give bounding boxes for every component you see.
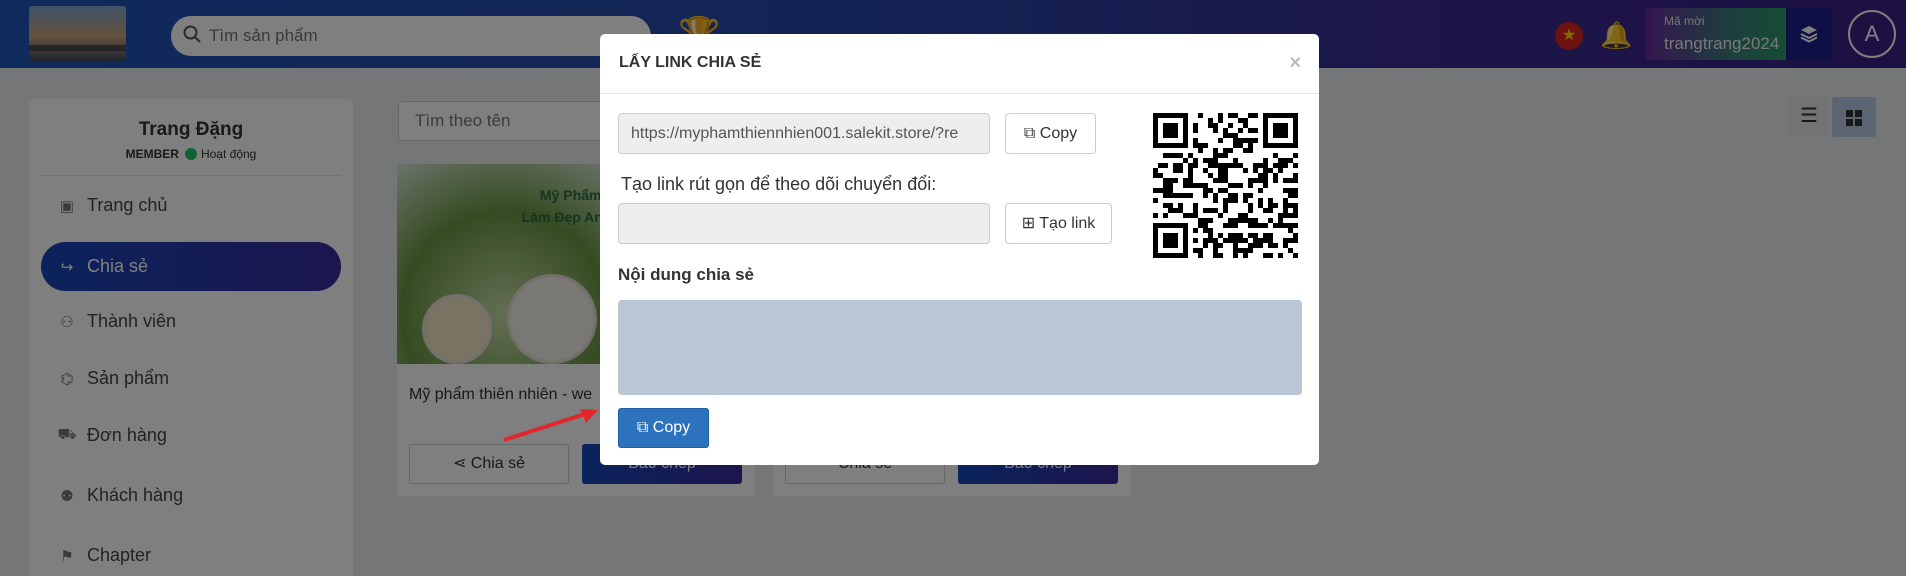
short-link-label: Tạo link rút gọn để theo dõi chuyển đổi: [621,174,937,194]
share-link-field[interactable]: https://myphamthiennhien001.salekit.stor… [618,113,990,154]
copy-link-button[interactable]: ⧉ Copy [1005,113,1096,154]
create-link-button[interactable]: ⊞ Tạo link [1005,203,1112,244]
modal-title: LẤY LINK CHIA SẺ [619,54,762,71]
close-icon[interactable]: × [1289,52,1301,75]
copy-icon: ⧉ [636,419,649,436]
copy-icon: ⧉ [1023,125,1036,142]
share-content-textarea[interactable] [618,300,1302,395]
share-link-modal: LẤY LINK CHIA SẺ × https://myphamthiennh… [600,34,1319,465]
share-content-label: Nội dung chia sẻ [618,265,755,284]
plus-square-icon: ⊞ [1021,215,1036,232]
annotation-arrow-icon [503,409,598,442]
modal-header: LẤY LINK CHIA SẺ × [600,34,1319,94]
qr-code [1153,113,1298,258]
copy-content-button[interactable]: ⧉ Copy [618,408,709,448]
short-link-field[interactable] [618,203,990,244]
